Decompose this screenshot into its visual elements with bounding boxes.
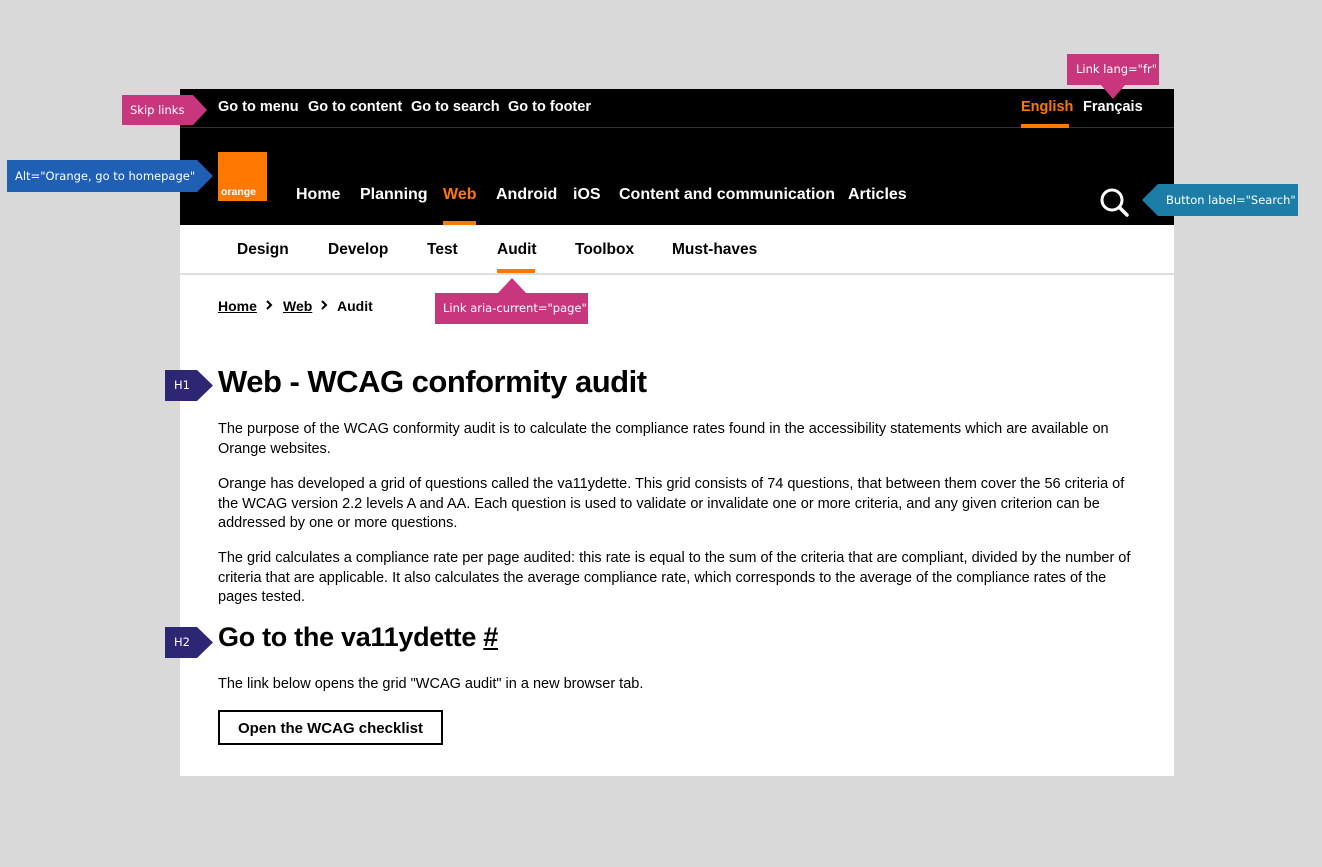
annotation-arrow xyxy=(193,95,207,125)
open-wcag-checklist-button[interactable]: Open the WCAG checklist xyxy=(218,710,443,745)
skip-link-content[interactable]: Go to content xyxy=(308,99,402,115)
orange-logo[interactable]: orange xyxy=(218,152,267,201)
skip-link-menu[interactable]: Go to menu xyxy=(218,99,299,115)
search-button[interactable] xyxy=(1098,186,1130,218)
breadcrumb-home[interactable]: Home xyxy=(218,298,257,314)
language-french-link[interactable]: Français xyxy=(1083,99,1143,115)
annotation-arrow xyxy=(197,160,213,192)
intro-paragraph: The purpose of the WCAG conformity audit… xyxy=(218,421,1109,457)
subnav-item-design[interactable]: Design xyxy=(237,241,289,259)
chevron-right-icon xyxy=(321,300,328,310)
nav-item-planning[interactable]: Planning xyxy=(360,186,428,204)
page-title: Web - WCAG conformity audit xyxy=(218,364,647,399)
skip-link-search[interactable]: Go to search xyxy=(411,99,500,115)
annotation-arrow xyxy=(197,627,213,658)
language-english-link[interactable]: English xyxy=(1021,99,1073,115)
active-subnav-indicator xyxy=(497,269,535,273)
nav-item-articles[interactable]: Articles xyxy=(848,186,907,204)
compliance-rate-paragraph: The grid calculates a compliance rate pe… xyxy=(218,550,1131,605)
annotation-arrow xyxy=(1142,184,1158,216)
logo-text: orange xyxy=(221,186,257,198)
annotation-arrow xyxy=(1101,85,1125,99)
subnav-item-must-haves[interactable]: Must-haves xyxy=(672,241,757,259)
search-icon xyxy=(1100,188,1129,217)
breadcrumb-current: Audit xyxy=(337,298,373,314)
subnav-item-toolbox[interactable]: Toolbox xyxy=(575,241,634,259)
top-bar: Go to menu Go to content Go to search Go… xyxy=(180,89,1174,128)
skip-link-footer[interactable]: Go to footer xyxy=(508,99,591,115)
heading-anchor-link[interactable]: # xyxy=(483,622,498,652)
subnav-item-develop[interactable]: Develop xyxy=(328,241,388,259)
nav-item-content-and-communication[interactable]: Content and communication xyxy=(619,186,835,204)
sub-navigation: Design Develop Test Audit Toolbox Must-h… xyxy=(180,225,1174,275)
chevron-right-icon xyxy=(266,300,273,310)
annotation-arrow xyxy=(197,370,213,401)
section-heading-text: Go to the va11ydette xyxy=(218,622,484,652)
nav-item-ios[interactable]: iOS xyxy=(573,186,601,204)
annotation-arrow xyxy=(498,278,526,293)
subnav-item-test[interactable]: Test xyxy=(427,241,458,259)
grid-description-paragraph: Orange has developed a grid of questions… xyxy=(218,476,1125,531)
nav-item-web[interactable]: Web xyxy=(443,186,476,204)
main-header: orange Home Planning Web Android iOS Con… xyxy=(180,128,1174,225)
nav-item-home[interactable]: Home xyxy=(296,186,340,204)
nav-item-android[interactable]: Android xyxy=(496,186,557,204)
link-description-paragraph: The link below opens the grid "WCAG audi… xyxy=(218,676,644,692)
breadcrumb-web[interactable]: Web xyxy=(283,298,312,314)
subnav-item-audit[interactable]: Audit xyxy=(497,241,537,259)
page: Go to menu Go to content Go to search Go… xyxy=(180,89,1174,776)
section-heading: Go to the va11ydette # xyxy=(218,622,498,653)
